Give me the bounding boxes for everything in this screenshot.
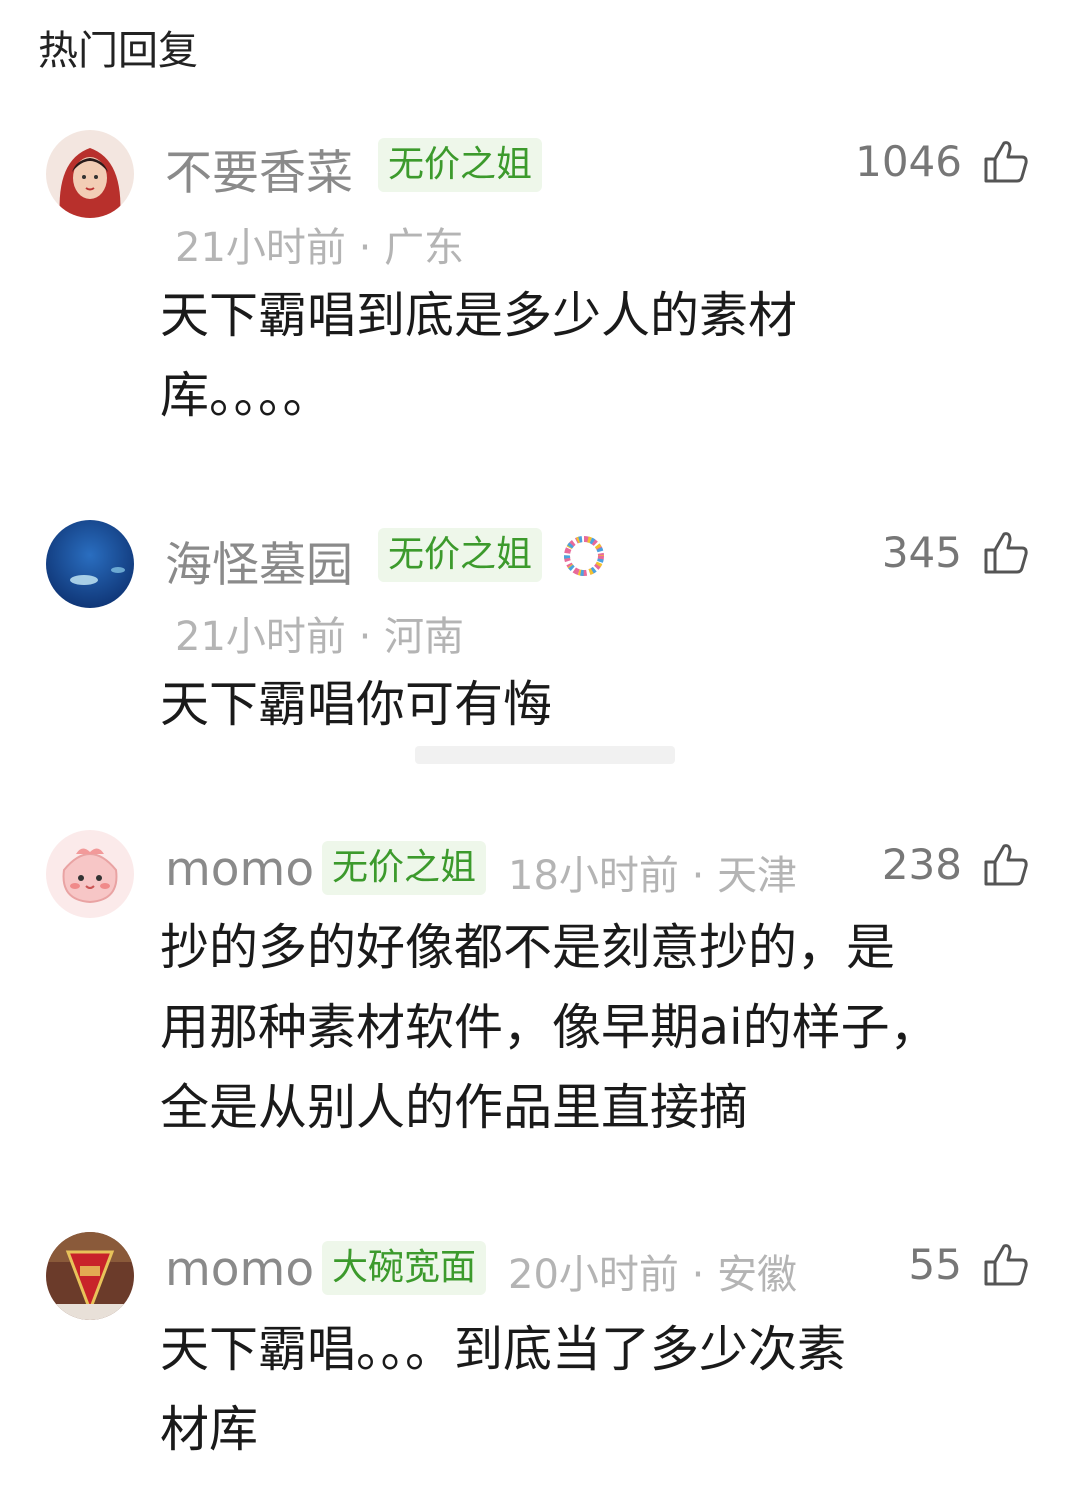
- comment-line: 天下霸唱你可有悔: [160, 676, 553, 733]
- comment-time: 20小时前: [508, 1252, 679, 1298]
- comment-meta: 21小时前 · 河南: [175, 604, 464, 662]
- thumbs-up-icon[interactable]: [982, 528, 1030, 576]
- avatar[interactable]: [46, 830, 134, 918]
- username[interactable]: momo: [165, 1242, 314, 1297]
- thumbs-up-icon[interactable]: [982, 137, 1030, 185]
- like-count: 55: [908, 1240, 962, 1289]
- meta-separator: ·: [358, 614, 372, 660]
- comment-line: 全是从别人的作品里直接摘: [160, 1079, 749, 1136]
- comment-location: 广东: [384, 225, 465, 271]
- meta-separator: ·: [358, 225, 372, 271]
- comment-meta: 18小时前 · 天津: [508, 843, 797, 901]
- username[interactable]: 不要香菜: [165, 134, 353, 203]
- faint-smudge: [415, 746, 675, 764]
- comment-text: 天下霸唱到底是多少人的素材 库。。。。: [160, 276, 797, 436]
- username[interactable]: 海怪墓园: [165, 526, 353, 595]
- comment-line: 抄的多的好像都不是刻意抄的，是: [160, 919, 896, 976]
- username[interactable]: momo: [165, 842, 314, 897]
- comment-time: 18小时前: [508, 853, 679, 899]
- thumbs-up-icon[interactable]: [982, 1240, 1030, 1288]
- comment-time: 21小时前: [175, 614, 346, 660]
- avatar[interactable]: [46, 130, 134, 218]
- meta-separator: ·: [691, 853, 705, 899]
- comment-text: 天下霸唱你可有悔: [160, 665, 552, 745]
- like-count: 1046: [855, 137, 962, 186]
- comment-meta: 20小时前 · 安徽: [508, 1242, 797, 1300]
- user-badge: 无价之姐: [378, 138, 543, 192]
- comment-time: 21小时前: [175, 225, 346, 271]
- comment-location: 安徽: [717, 1252, 798, 1298]
- comment-line: 材库: [160, 1401, 259, 1458]
- comment-line: 库。。。。: [160, 367, 332, 424]
- comment-line: 天下霸唱。。。到底当了多少次素: [160, 1321, 847, 1378]
- comment-line: 天下霸唱到底是多少人的素材: [160, 287, 798, 344]
- avatar[interactable]: [46, 1232, 134, 1320]
- comment-meta: 21小时前 · 广东: [175, 215, 464, 273]
- comment-line: 用那种素材软件，像早期ai的样子，: [160, 999, 939, 1056]
- avatar[interactable]: [46, 520, 134, 608]
- user-badge: 无价之姐: [378, 528, 543, 582]
- comment-location: 河南: [384, 614, 465, 660]
- meta-separator: ·: [691, 1252, 705, 1298]
- user-badge: 大碗宽面: [322, 1241, 487, 1295]
- medal-icon: [564, 536, 604, 576]
- section-title: 热门回复: [38, 28, 198, 74]
- like-count: 345: [881, 528, 962, 577]
- like-count: 238: [881, 840, 962, 889]
- comment-text: 抄的多的好像都不是刻意抄的，是 用那种素材软件，像早期ai的样子， 全是从别人的…: [160, 908, 939, 1148]
- comment-location: 天津: [717, 853, 798, 899]
- comment-text: 天下霸唱。。。到底当了多少次素 材库: [160, 1310, 846, 1470]
- thumbs-up-icon[interactable]: [982, 840, 1030, 888]
- user-badge: 无价之姐: [322, 841, 487, 895]
